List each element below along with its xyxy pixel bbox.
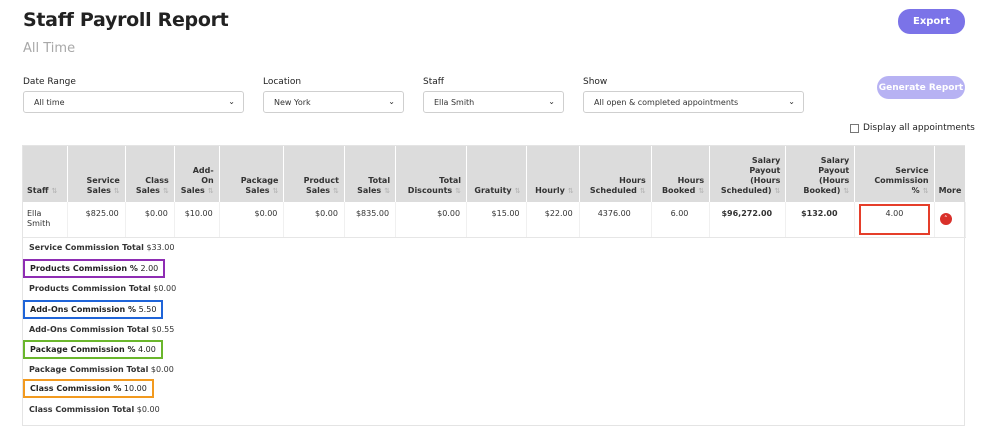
table-header-row: Staff ⇅ Service Sales ⇅ Class Sales ⇅ Add- On S… [23,146,967,202]
col-hours-booked[interactable]: Hours Booked ⇅ [651,146,711,202]
show-label: Show [583,77,608,87]
staff-value: Ella Smith [434,97,475,107]
cell-class-sales: $0.00 [125,202,175,238]
detail-class-commission-total: Class Commission Total $0.00 [29,405,160,414]
col-salary-booked[interactable]: Salary Payout (Hours Booked) ⇅ [785,146,856,202]
col-salary-scheduled[interactable]: Salary Payout (Hours Scheduled) ⇅ [709,146,787,202]
generate-report-button[interactable]: Generate Report [877,76,965,99]
export-button[interactable]: Export [898,9,965,34]
detail-products-commission-pct[interactable]: Products Commission % 2.00 [23,259,166,278]
date-range-label: Date Range [23,77,76,87]
page-subtitle: All Time [23,41,76,56]
detail-addons-commission-total: Add-Ons Commission Total $0.55 [29,325,175,334]
cell-salary-scheduled: $96,272.00 [709,202,787,238]
sort-icon: ⇅ [639,187,646,195]
cell-package-sales: $0.00 [219,202,285,238]
sort-icon: ⇅ [384,187,391,195]
cell-hourly: $22.00 [526,202,580,238]
col-total-discounts[interactable]: Total Discounts ⇅ [395,146,468,202]
sort-icon: ⇅ [922,187,929,195]
table-row: Ella Smith $825.00 $0.00 $10.00 $0.00 $0.… [23,202,967,238]
sort-icon: ⇅ [843,187,850,195]
sort-icon: ⇅ [455,187,462,195]
display-all-checkbox[interactable] [850,123,859,133]
location-select[interactable]: New York ⌄ [263,91,404,113]
chevron-down-icon: ⌄ [228,97,235,106]
display-all-label: Display all appointments [863,123,975,133]
detail-package-commission-pct[interactable]: Package Commission % 4.00 [23,340,163,359]
sort-icon: ⇅ [333,187,339,195]
cell-service-commission: 4.00 [854,202,935,238]
cell-more: ˄ [934,202,967,238]
sort-icon: ⇅ [774,187,781,195]
display-all-toggle[interactable]: Display all appointments [850,123,975,133]
chevron-down-icon: ⌄ [788,97,795,106]
location-label: Location [263,77,302,87]
detail-addons-commission-pct[interactable]: Add-Ons Commission % 5.50 [23,300,164,319]
page-title: Staff Payroll Report [23,9,229,31]
detail-class-commission-pct[interactable]: Class Commission % 10.00 [23,379,154,398]
sort-icon: ⇅ [207,187,214,195]
detail-package-commission-total: Package Commission Total $0.00 [29,365,174,374]
collapse-details-button[interactable]: ˄ [939,213,952,225]
sort-icon: ⇅ [162,187,169,195]
col-hourly[interactable]: Hourly ⇅ [526,146,580,202]
chevron-down-icon: ⌄ [388,97,395,106]
sort-icon: ⇅ [272,187,279,195]
col-addon-sales[interactable]: Add- On Sales ⇅ [174,146,220,202]
col-service-commission[interactable]: Service Commission% ⇅ [854,146,935,202]
col-staff[interactable]: Staff ⇅ [23,146,69,202]
col-gratuity[interactable]: Gratuity ⇅ [466,146,527,202]
detail-products-commission-total: Products Commission Total $0.00 [29,284,177,293]
cell-salary-booked: $132.00 [785,202,856,238]
chevron-down-icon: ⌄ [548,97,555,106]
col-package-sales[interactable]: Package Sales ⇅ [219,146,285,202]
sort-icon: ⇅ [698,187,705,195]
sort-icon: ⇅ [514,187,521,195]
col-hours-scheduled[interactable]: Hours Scheduled ⇅ [579,146,652,202]
cell-service-sales: $825.00 [67,202,126,238]
service-commission-input[interactable]: 4.00 [858,204,930,235]
staff-select[interactable]: Ella Smith ⌄ [423,91,564,113]
cell-gratuity: $15.00 [466,202,527,238]
cell-addon-sales: $10.00 [174,202,220,238]
sort-icon: ⇅ [567,187,574,195]
date-range-select[interactable]: All time ⌄ [23,91,244,113]
col-class-sales[interactable]: Class Sales ⇅ [125,146,175,202]
cell-hours-scheduled: 4376.00 [579,202,652,238]
cell-staff: Ella Smith [23,202,69,238]
detail-service-commission-total: Service Commission Total $33.00 [29,243,175,252]
date-range-value: All time [34,97,65,107]
cell-total-discounts: $0.00 [395,202,468,238]
cell-total-sales: $835.00 [344,202,397,238]
col-total-sales[interactable]: Total Sales ⇅ [344,146,397,202]
cell-hours-booked: 6.00 [651,202,711,238]
col-service-sales[interactable]: Service Sales ⇅ [67,146,126,202]
show-select[interactable]: All open & completed appointments ⌄ [583,91,804,113]
cell-product-sales: $0.00 [283,202,345,238]
sort-icon: ⇅ [113,187,120,195]
sort-icon: ⇅ [51,187,58,195]
staff-label: Staff [423,77,444,87]
col-product-sales[interactable]: Product Sales ⇅ [283,146,345,202]
col-more: More [934,146,967,202]
location-value: New York [274,97,311,107]
show-value: All open & completed appointments [594,97,739,107]
